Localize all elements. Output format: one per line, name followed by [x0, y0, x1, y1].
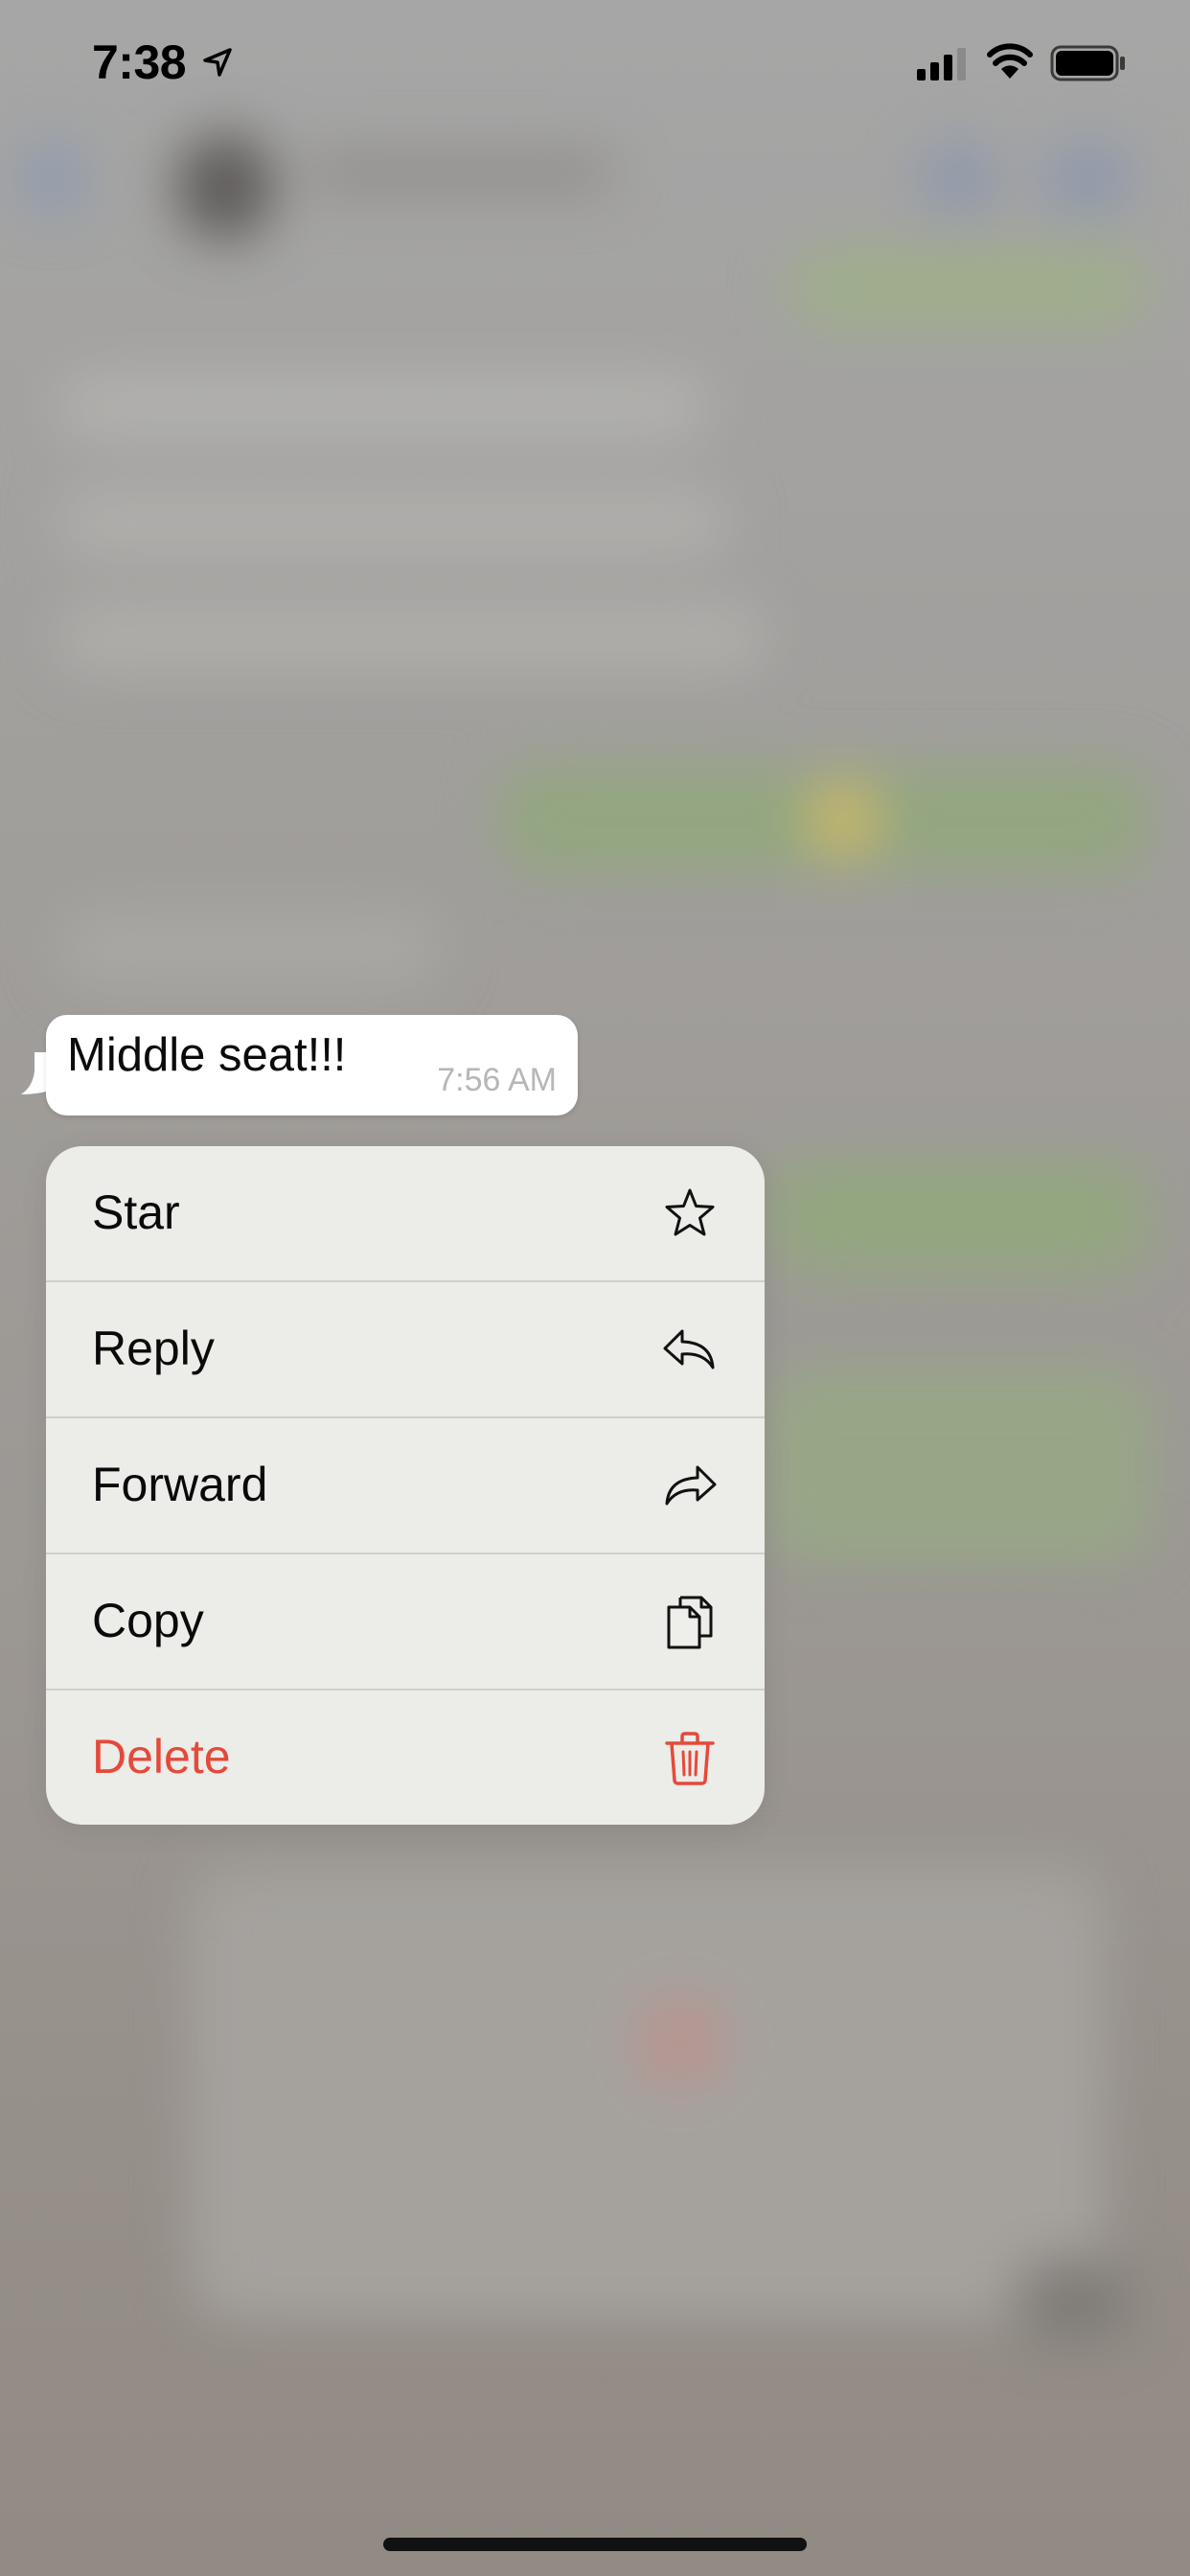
status-time: 7:38	[92, 35, 187, 89]
forward-icon	[665, 1465, 717, 1506]
menu-item-label: Delete	[92, 1730, 231, 1783]
reply-icon	[663, 1329, 715, 1369]
blurred-sent-bubble	[786, 249, 1150, 326]
message-context-menu: Star Reply Forward Copy Delete	[46, 1146, 765, 1825]
blurred-received-bubble	[57, 374, 709, 441]
message-bubble[interactable]: Middle seat!!! 7:56 AM	[46, 1015, 578, 1116]
menu-item-reply[interactable]: Reply	[46, 1282, 765, 1418]
blurred-image-detail	[1016, 2262, 1131, 2338]
menu-item-label: Reply	[92, 1322, 215, 1375]
blurred-received-bubble	[57, 604, 767, 671]
blurred-emoji	[805, 781, 881, 858]
cellular-signal-icon	[917, 48, 966, 80]
blurred-header-action	[1044, 144, 1131, 211]
message-timestamp: 7:56 AM	[437, 1062, 557, 1098]
copy-icon	[667, 1596, 713, 1649]
blurred-avatar	[177, 134, 273, 240]
blurred-header-title	[307, 153, 613, 192]
blurred-image-detail	[632, 1993, 728, 2089]
status-bar: 7:38	[0, 0, 1190, 125]
menu-item-forward[interactable]: Forward	[46, 1418, 765, 1554]
blurred-sent-bubble	[767, 1160, 1150, 1275]
wifi-icon	[987, 43, 1033, 79]
blurred-image-message	[192, 1869, 1102, 2319]
blurred-received-bubble	[57, 489, 728, 556]
menu-item-label: Star	[92, 1185, 180, 1239]
blurred-header-action	[920, 144, 996, 211]
star-icon	[665, 1188, 715, 1236]
blurred-received-bubble	[57, 910, 441, 987]
message-text: Middle seat!!!	[67, 1029, 347, 1081]
trash-icon	[665, 1732, 715, 1785]
menu-item-label: Copy	[92, 1594, 204, 1647]
blurred-back-button	[19, 144, 86, 211]
home-indicator[interactable]	[383, 2538, 807, 2551]
menu-item-delete[interactable]: Delete	[46, 1690, 765, 1825]
location-arrow-icon	[203, 48, 232, 77]
menu-item-star[interactable]: Star	[46, 1146, 765, 1282]
blurred-sent-bubble	[767, 1370, 1150, 1562]
menu-item-label: Forward	[92, 1458, 268, 1511]
battery-icon	[1050, 45, 1125, 81]
menu-item-copy[interactable]: Copy	[46, 1554, 765, 1690]
